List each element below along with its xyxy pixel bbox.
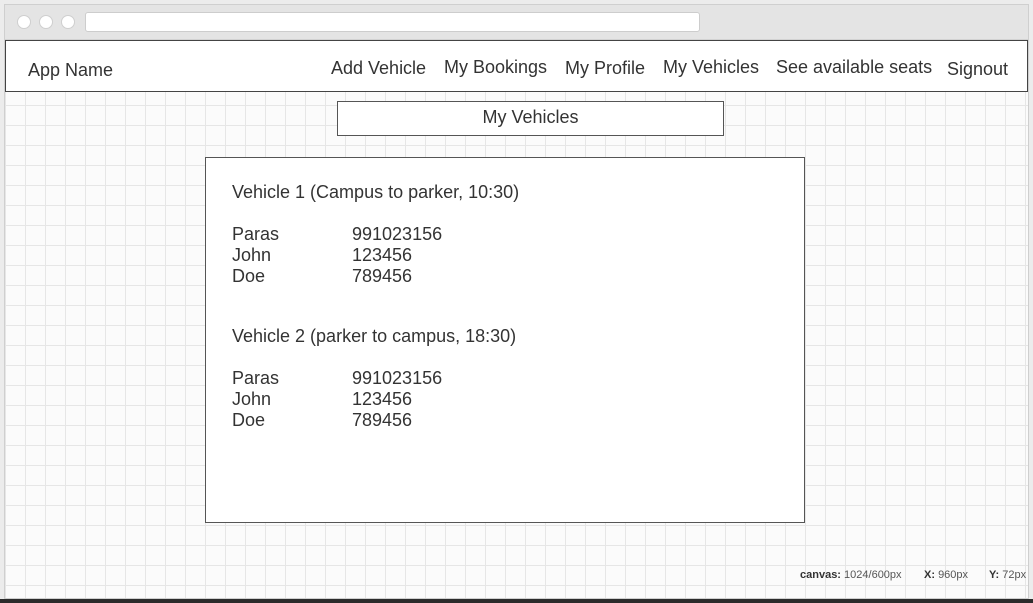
- vehicle-title: Vehicle 1 (Campus to parker, 10:30): [232, 182, 520, 202]
- page-title: My Vehicles: [337, 101, 724, 136]
- nav-add-vehicle[interactable]: Add Vehicle: [331, 58, 426, 79]
- x-readout: X: 960px: [924, 569, 968, 581]
- nav-see-available-seats[interactable]: See available seats: [776, 57, 932, 78]
- nav-my-vehicles[interactable]: My Vehicles: [663, 57, 759, 78]
- rider-name: Paras: [232, 224, 280, 244]
- vehicles-panel: Vehicle 1 (Campus to parker, 10:30) Para…: [205, 157, 805, 523]
- x-value: 960px: [938, 569, 969, 581]
- rider-phone: 991023156: [352, 224, 443, 244]
- canvas-value: 1024/600px: [844, 569, 902, 581]
- y-label: Y:: [989, 569, 1000, 581]
- browser-titlebar: [5, 5, 1028, 40]
- nav-my-profile[interactable]: My Profile: [565, 58, 645, 79]
- canvas-size-readout: canvas: 1024/600px: [800, 569, 902, 581]
- rider-phone: 789456: [352, 410, 413, 430]
- y-value: 72px: [1002, 569, 1027, 581]
- rider-phone: 123456: [352, 389, 413, 409]
- vehicle-card: Vehicle 2 (parker to campus, 18:30) Para…: [232, 325, 516, 431]
- rider-row: Paras 991023156: [232, 224, 519, 245]
- rider-row: Paras 991023156: [232, 368, 516, 389]
- y-readout: Y: 72px: [989, 569, 1026, 581]
- bottom-edge-bar: [0, 599, 1033, 603]
- vehicle-title: Vehicle 2 (parker to campus, 18:30): [232, 326, 517, 346]
- rider-phone: 123456: [352, 245, 413, 265]
- x-label: X:: [924, 569, 935, 581]
- rider-row: John 123456: [232, 245, 519, 266]
- rider-row: Doe 789456: [232, 410, 516, 431]
- rider-row: John 123456: [232, 389, 516, 410]
- rider-phone: 991023156: [352, 368, 443, 388]
- app-brand[interactable]: App Name: [28, 60, 113, 81]
- nav-signout[interactable]: Signout: [947, 59, 1008, 80]
- maximize-window-icon[interactable]: [61, 15, 75, 29]
- rider-name: John: [232, 389, 272, 409]
- rider-phone: 789456: [352, 266, 413, 286]
- address-bar[interactable]: [85, 12, 700, 32]
- minimize-window-icon[interactable]: [39, 15, 53, 29]
- canvas-label: canvas:: [800, 569, 841, 581]
- nav-my-bookings[interactable]: My Bookings: [444, 57, 547, 78]
- rider-name: Doe: [232, 266, 266, 286]
- close-window-icon[interactable]: [17, 15, 31, 29]
- rider-name: Doe: [232, 410, 266, 430]
- rider-name: Paras: [232, 368, 280, 388]
- rider-name: John: [232, 245, 272, 265]
- browser-window: App Name Add Vehicle My Bookings My Prof…: [4, 4, 1029, 599]
- vehicle-card: Vehicle 1 (Campus to parker, 10:30) Para…: [232, 181, 519, 287]
- rider-row: Doe 789456: [232, 266, 519, 287]
- top-navbar: App Name Add Vehicle My Bookings My Prof…: [5, 40, 1028, 92]
